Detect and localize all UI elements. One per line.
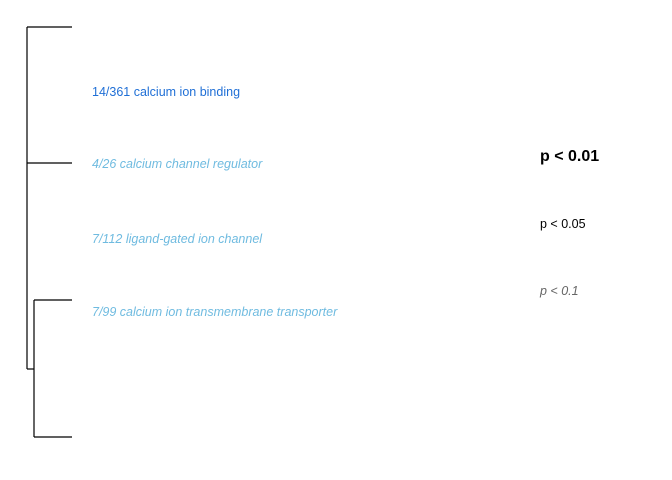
term-label-3: 7/112 ligand-gated ion channel	[92, 232, 263, 246]
term-label-1: 14/361 calcium ion binding	[92, 85, 241, 99]
legend-p005: p < 0.05	[540, 217, 586, 231]
term-label-4: 7/99 calcium ion transmembrane transport…	[92, 305, 338, 319]
term-label-2: 4/26 calcium channel regulator	[92, 157, 263, 171]
legend-p01: p < 0.1	[540, 284, 579, 298]
legend-p001: p < 0.01	[540, 148, 600, 165]
